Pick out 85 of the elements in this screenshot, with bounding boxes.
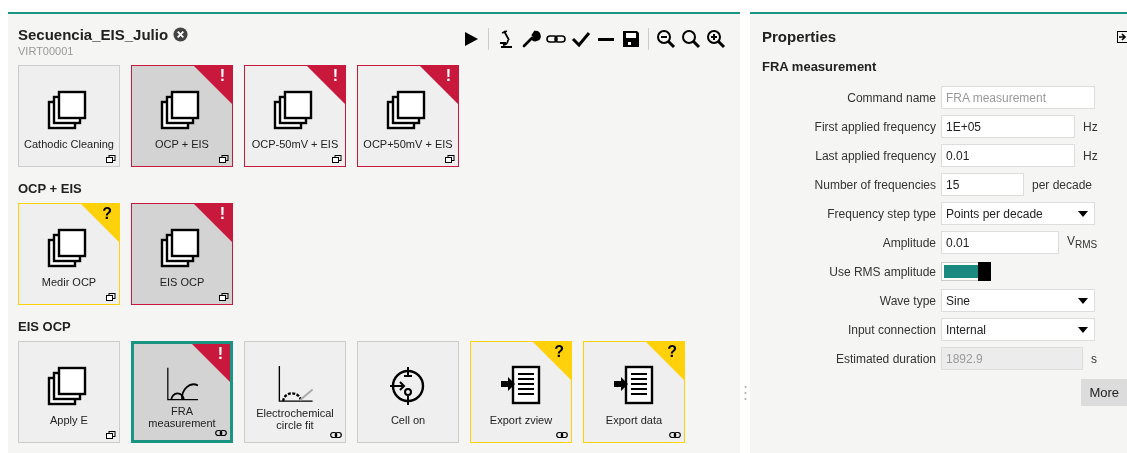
command-tile[interactable]: OCP+50mV + EIS ! bbox=[357, 65, 459, 167]
tile-label: Export data bbox=[605, 413, 663, 426]
tile-label: Electrochemical circle fit bbox=[255, 407, 335, 431]
link-icon bbox=[215, 429, 227, 437]
readonly-field: 1892.9 bbox=[941, 347, 1083, 370]
status-mark: ! bbox=[219, 205, 225, 223]
unit-label: Hz bbox=[1083, 119, 1098, 134]
tile-label: Apply E bbox=[50, 413, 88, 426]
tile-label: OCP-50mV + EIS bbox=[251, 137, 339, 150]
caret-icon bbox=[1078, 297, 1088, 304]
dropdown[interactable]: Points per decade bbox=[941, 202, 1095, 225]
section-title: OCP + EIS bbox=[18, 181, 83, 196]
zoom-out-icon[interactable] bbox=[656, 29, 676, 49]
command-tile[interactable]: Cathodic Cleaning bbox=[18, 65, 120, 167]
more-button[interactable]: More bbox=[1081, 379, 1127, 406]
windows-icon bbox=[106, 431, 116, 439]
field-label: Frequency step type bbox=[826, 206, 936, 221]
tile-label: EIS OCP bbox=[159, 275, 205, 288]
windows-icon bbox=[219, 293, 229, 301]
unit-label: Hz bbox=[1083, 148, 1098, 163]
field-label: Command name bbox=[846, 90, 936, 105]
command-tile[interactable]: Cell on bbox=[357, 341, 459, 443]
device-id: VIRT00001 bbox=[18, 45, 75, 57]
status-mark: ? bbox=[667, 343, 677, 361]
tile-label: Cathodic Cleaning bbox=[24, 137, 114, 150]
command-title: FRA measurement bbox=[762, 59, 878, 74]
field-label: First applied frequency bbox=[813, 119, 936, 134]
command-tile[interactable]: Apply E bbox=[18, 341, 120, 443]
command-tile[interactable]: Electrochemical circle fit bbox=[244, 341, 346, 443]
unit-label: per decade bbox=[1032, 177, 1093, 192]
field-label: Amplitude bbox=[881, 235, 936, 250]
sequence-title: Secuencia_EIS_Julio bbox=[18, 26, 169, 43]
tile-label: Export zview bbox=[489, 413, 553, 426]
field-label: Last applied frequency bbox=[814, 148, 936, 163]
status-mark: ? bbox=[554, 343, 564, 361]
status-mark: ! bbox=[217, 345, 223, 363]
status-mark: ? bbox=[102, 205, 112, 223]
command-tile[interactable]: Export data ? bbox=[583, 341, 685, 443]
field-label: Estimated duration bbox=[834, 351, 936, 366]
windows-icon bbox=[445, 155, 455, 163]
tile-label: FRA measurement bbox=[147, 405, 217, 429]
link-icon bbox=[556, 431, 568, 439]
command-tile[interactable]: OCP-50mV + EIS ! bbox=[244, 65, 346, 167]
caret-icon bbox=[1078, 210, 1088, 217]
unit-label: V$_{RMS}$ bbox=[1067, 234, 1098, 251]
tile-label: OCP+50mV + EIS bbox=[363, 137, 453, 150]
check-icon[interactable] bbox=[571, 29, 591, 49]
splitter-grip-icon[interactable] bbox=[743, 385, 747, 401]
search-icon[interactable] bbox=[681, 29, 701, 49]
field-label: Use RMS amplitude bbox=[828, 264, 936, 279]
zoom-in-icon[interactable] bbox=[706, 29, 726, 49]
section-title: EIS OCP bbox=[18, 319, 72, 334]
unit-label: s bbox=[1091, 351, 1097, 366]
tile-label: Medir OCP bbox=[41, 275, 97, 288]
command-tile[interactable]: FRA measurement ! bbox=[131, 341, 233, 443]
link-icon bbox=[669, 431, 681, 439]
field-label: Number of frequencies bbox=[813, 177, 936, 192]
close-icon[interactable] bbox=[173, 27, 189, 42]
text-field[interactable]: 0.01 bbox=[941, 144, 1075, 167]
windows-icon bbox=[219, 155, 229, 163]
command-tile[interactable]: Medir OCP ? bbox=[18, 203, 120, 305]
toggle-switch[interactable] bbox=[941, 262, 991, 281]
windows-icon bbox=[106, 293, 116, 301]
tile-label: Cell on bbox=[390, 413, 426, 426]
status-mark: ! bbox=[332, 67, 338, 85]
link-icon bbox=[330, 431, 342, 439]
dropdown[interactable]: Sine bbox=[941, 289, 1095, 312]
text-field[interactable]: 15 bbox=[941, 173, 1024, 196]
windows-icon bbox=[332, 155, 342, 163]
text-field[interactable]: 0.01 bbox=[941, 231, 1059, 254]
status-mark: ! bbox=[219, 67, 225, 85]
windows-icon bbox=[106, 155, 116, 163]
text-field[interactable]: 1E+05 bbox=[941, 115, 1075, 138]
save-icon[interactable] bbox=[621, 29, 641, 49]
field-label: Wave type bbox=[878, 293, 936, 308]
collapse-panel-icon[interactable] bbox=[1117, 29, 1127, 44]
caret-icon bbox=[1078, 326, 1088, 333]
dropdown[interactable]: Internal bbox=[941, 318, 1095, 341]
field-label: Input connection bbox=[846, 322, 936, 337]
tile-label: OCP + EIS bbox=[155, 137, 209, 150]
command-tile[interactable]: Export zview ? bbox=[470, 341, 572, 443]
command-tile[interactable]: EIS OCP ! bbox=[131, 203, 233, 305]
command-tile[interactable]: OCP + EIS ! bbox=[131, 65, 233, 167]
status-mark: ! bbox=[445, 67, 451, 85]
panel-title: Properties bbox=[762, 28, 837, 45]
